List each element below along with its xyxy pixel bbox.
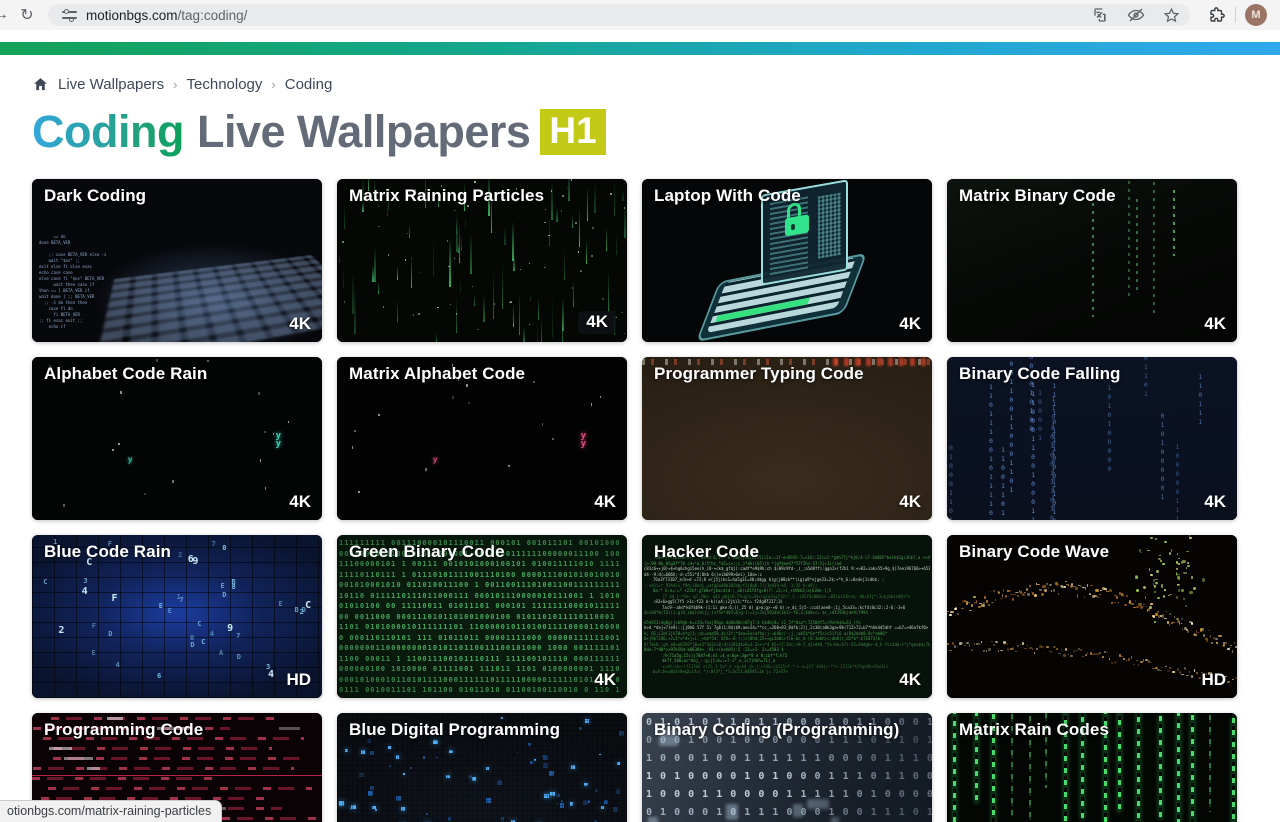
breadcrumb-live-wallpapers[interactable]: Live Wallpapers xyxy=(58,76,164,93)
wallpaper-title: Matrix Alphabet Code xyxy=(349,364,525,384)
wallpaper-title: Dark Coding xyxy=(44,186,146,206)
wallpaper-card[interactable]: D42FB4EED04D9D19C7BF23667A2EF7483CC1E0EC… xyxy=(32,535,322,698)
wallpaper-title: Binary Coding (Programming) xyxy=(654,720,899,740)
breadcrumb: Live Wallpapers › Technology › Coding xyxy=(32,76,1248,93)
resolution-badge: 4K xyxy=(899,670,921,690)
resolution-badge: 4K xyxy=(289,314,311,334)
wallpaper-card[interactable]: Matrix Raining Particles 4K xyxy=(337,179,627,342)
resolution-badge: 4K xyxy=(1204,314,1226,334)
wallpaper-title: Binary Code Falling xyxy=(959,364,1121,384)
resolution-badge: 4K xyxy=(899,492,921,512)
wallpaper-title: Binary Code Wave xyxy=(959,542,1109,562)
wallpaper-card[interactable]: 1000011010100000110011010011011010011101… xyxy=(947,357,1237,520)
wallpaper-card[interactable]: :64>+j(+ibie6c1+; _ 8++d 6;i+7 e:830(j90… xyxy=(642,535,932,698)
wallpaper-grid: == do done BETA_VER ;; case BETA_VER els… xyxy=(32,179,1248,822)
wallpaper-card[interactable]: == do done BETA_VER ;; case BETA_VER els… xyxy=(32,179,322,342)
wallpaper-card[interactable]: Laptop With Code 4K xyxy=(642,179,932,342)
wallpaper-title: Blue Code Rain xyxy=(44,542,171,562)
wallpaper-card[interactable]: y yyMatrix Alphabet Code4K xyxy=(337,357,627,520)
url-path: /tag:coding/ xyxy=(178,8,248,23)
url-bar[interactable]: motionbgs.com/tag:coding/ xyxy=(48,4,1190,26)
link-status-tooltip: otionbgs.com/matrix-raining-particles xyxy=(0,800,222,822)
wallpaper-title: Matrix Binary Code xyxy=(959,186,1116,206)
forward-arrow-icon[interactable]: → xyxy=(0,6,14,24)
wallpaper-card[interactable]: Blue Digital Programming xyxy=(337,713,627,822)
wallpaper-title: Blue Digital Programming xyxy=(349,720,560,740)
wallpaper-card[interactable]: y yyAlphabet Code Rain4K xyxy=(32,357,322,520)
wallpaper-title: Hacker Code xyxy=(654,542,759,562)
resolution-badge: 4K xyxy=(289,492,311,512)
home-icon[interactable] xyxy=(32,76,49,93)
resolution-badge: 4K xyxy=(594,492,616,512)
resolution-badge: 4K xyxy=(578,311,616,334)
resolution-badge: 4K xyxy=(1204,492,1226,512)
wallpaper-card[interactable]: 111111111 001110000101110011 000101 0010… xyxy=(337,535,627,698)
wallpaper-title: Laptop With Code xyxy=(654,186,801,206)
resolution-badge: 4K xyxy=(899,314,921,334)
wallpaper-title: Green Binary Code xyxy=(349,542,505,562)
wallpaper-card[interactable]: Matrix Rain Codes xyxy=(947,713,1237,822)
resolution-badge: HD xyxy=(286,670,311,690)
wallpaper-title: Matrix Raining Particles xyxy=(349,186,544,206)
wallpaper-card[interactable]: Programmer Typing Code 4K xyxy=(642,357,932,520)
chevron-right-icon: › xyxy=(173,77,177,92)
translate-icon[interactable] xyxy=(1093,7,1109,23)
breadcrumb-coding[interactable]: Coding xyxy=(285,76,333,93)
resolution-badge: HD xyxy=(1201,670,1226,690)
wallpaper-title: Programmer Typing Code xyxy=(654,364,864,384)
wallpaper-title: Alphabet Code Rain xyxy=(44,364,207,384)
eye-off-icon[interactable] xyxy=(1127,6,1145,24)
profile-avatar[interactable]: M xyxy=(1245,4,1267,26)
url-text: motionbgs.com/tag:coding/ xyxy=(86,8,247,23)
bookmark-star-icon[interactable] xyxy=(1163,7,1180,24)
page-title: Coding Live Wallpapers H1 xyxy=(32,106,1248,158)
wallpaper-card[interactable]: Binary Code Wave HD xyxy=(947,535,1237,698)
url-domain: motionbgs.com xyxy=(86,8,178,23)
h1-tag-badge: H1 xyxy=(540,109,605,155)
site-settings-icon[interactable] xyxy=(62,9,77,21)
resolution-badge: 4K xyxy=(594,670,616,690)
wallpaper-title: Programming Code xyxy=(44,720,203,740)
browser-toolbar: → ↻ motionbgs.com/tag:coding/ M xyxy=(0,0,1280,30)
toolbar-divider xyxy=(1235,7,1236,23)
extensions-icon[interactable] xyxy=(1208,6,1226,24)
chevron-right-icon: › xyxy=(271,77,275,92)
wallpaper-title: Matrix Rain Codes xyxy=(959,720,1109,740)
wallpaper-card[interactable]: 0 1 0 1 0 1 1 0 1 1 0 0 0 1 0 1 1 0 0 0 … xyxy=(642,713,932,822)
page-gradient-band xyxy=(0,42,1280,55)
page-title-highlight: Coding xyxy=(32,106,184,158)
refresh-icon[interactable]: ↻ xyxy=(14,5,40,25)
breadcrumb-technology[interactable]: Technology xyxy=(187,76,263,93)
page-title-rest: Live Wallpapers xyxy=(197,106,530,158)
wallpaper-card[interactable]: Matrix Binary Code 4K xyxy=(947,179,1237,342)
